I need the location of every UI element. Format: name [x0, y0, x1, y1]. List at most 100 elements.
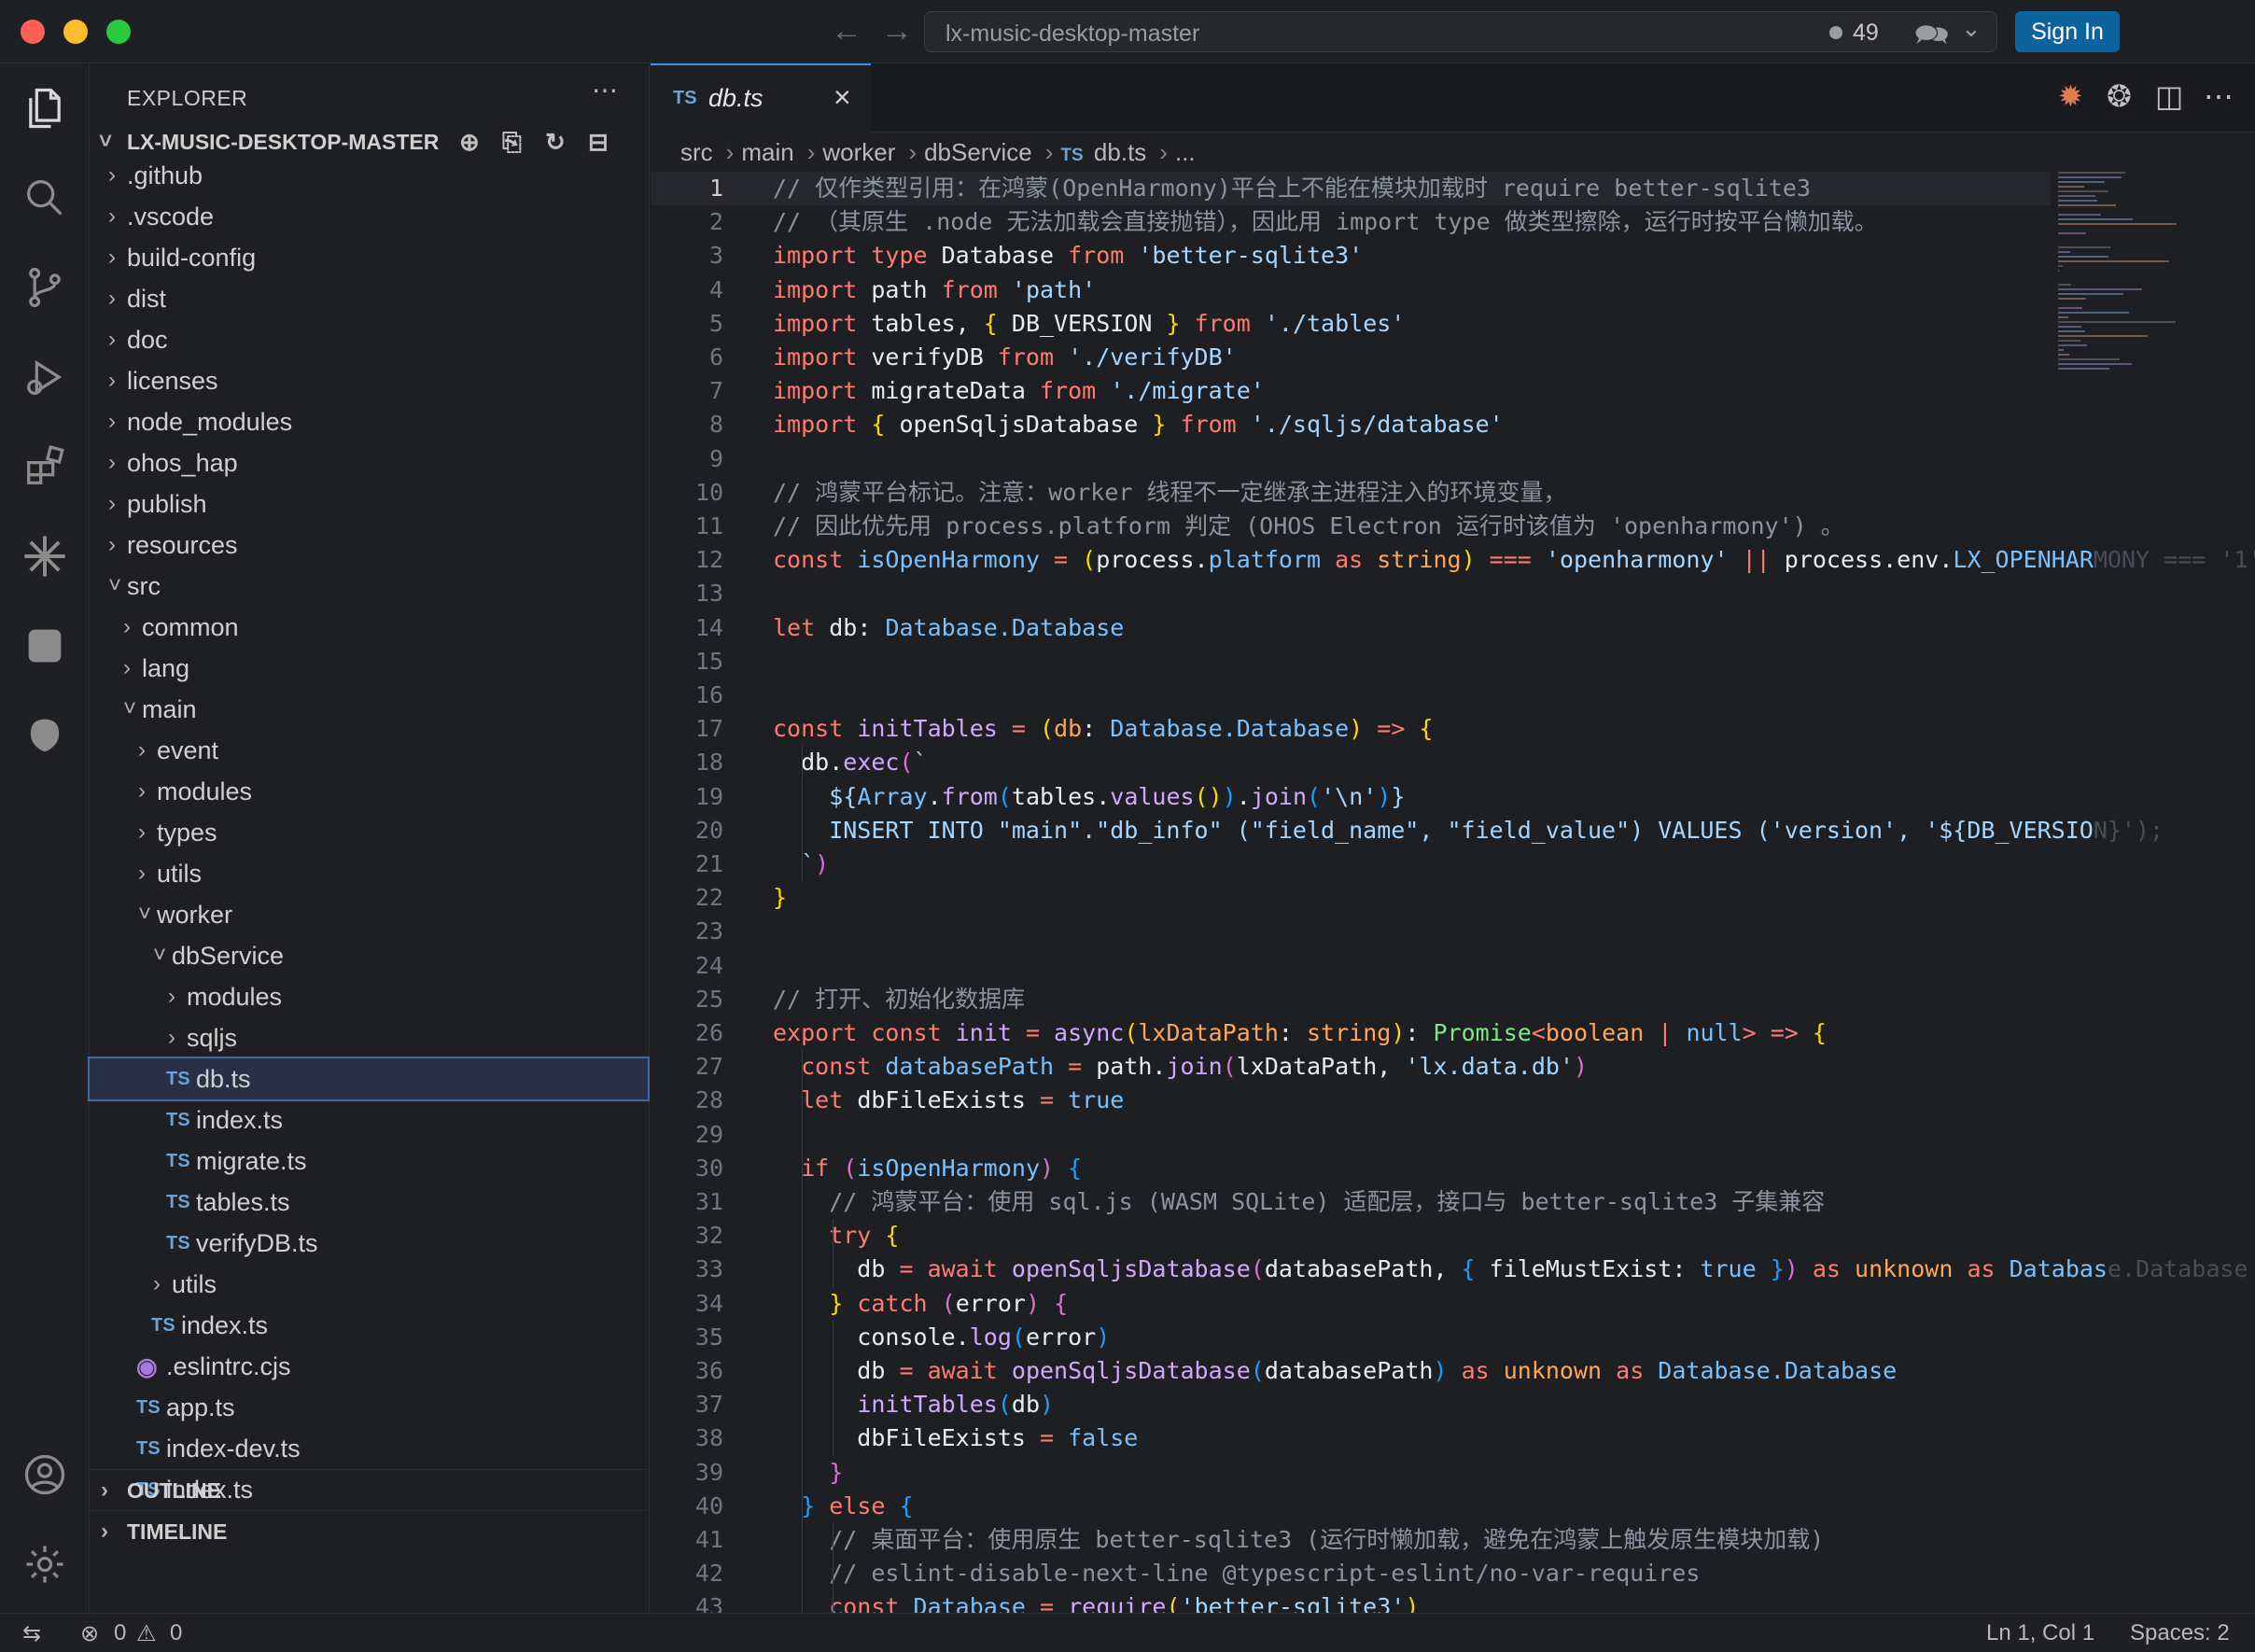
minimap[interactable] — [2051, 172, 2237, 545]
settings-gear-icon[interactable] — [21, 1540, 69, 1589]
command-center-search[interactable]: lx-music-desktop-master 49 🗪 ⌄ — [924, 11, 1997, 52]
tree-item[interactable]: › event — [90, 730, 648, 771]
code-line[interactable]: 3 import type Database from 'better-sqlit… — [651, 239, 2051, 273]
sign-in-button[interactable]: Sign In — [2015, 11, 2120, 52]
chat-icon[interactable]: 🗪 — [1914, 14, 1949, 62]
code-line[interactable]: 37 initTables(db) — [651, 1388, 2051, 1421]
tree-item[interactable]: › utils — [90, 1264, 648, 1305]
code-line[interactable]: 5 import tables, { DB_VERSION } from './t… — [651, 307, 2051, 341]
tree-item[interactable]: ˅ dbService — [90, 935, 648, 976]
tab-db-ts[interactable]: TS db.ts × — [651, 63, 871, 133]
openai-icon[interactable]: ❂ — [2107, 78, 2132, 114]
outline-section-header[interactable]: › OUTLINE — [90, 1469, 648, 1510]
more-actions-icon[interactable]: ⋯ — [592, 75, 618, 105]
close-tab-icon[interactable]: × — [833, 80, 851, 115]
source-control-icon[interactable] — [21, 263, 69, 312]
code-line[interactable]: 35 console.log(error) — [651, 1321, 2051, 1354]
chevron-down-icon[interactable]: ⌄ — [1961, 14, 1982, 43]
code-line[interactable]: 29 — [651, 1118, 2051, 1152]
tree-item[interactable]: ˅ src — [90, 566, 648, 607]
ai-sparkle-icon[interactable] — [21, 532, 69, 581]
code-line[interactable]: 26 export const init = async(lxDataPath: … — [651, 1016, 2051, 1050]
tree-item[interactable]: › types — [90, 812, 648, 853]
code-line[interactable]: 14 let db: Database.Database — [651, 611, 2051, 645]
code-line[interactable]: 11 // 因此优先用 process.platform 判定 (OHOS Ele… — [651, 510, 2051, 543]
shield-icon[interactable] — [21, 711, 69, 760]
more-actions-icon[interactable]: ⋯ — [2204, 78, 2234, 114]
breadcrumb-item[interactable]: worker — [822, 138, 895, 166]
code-line[interactable]: 7 import migrateData from './migrate' — [651, 374, 2051, 408]
minimize-window-button[interactable] — [63, 20, 88, 44]
breadcrumb-item[interactable]: main — [741, 138, 793, 166]
zoom-window-button[interactable] — [106, 20, 131, 44]
stop-icon[interactable] — [21, 622, 69, 670]
tree-item[interactable]: › resources — [90, 525, 648, 566]
code-line[interactable]: 40 } else { — [651, 1490, 2051, 1523]
run-debug-icon[interactable] — [21, 353, 69, 401]
tree-item[interactable]: TS verifyDB.ts — [90, 1223, 648, 1264]
code-line[interactable]: 6 import verifyDB from './verifyDB' — [651, 341, 2051, 374]
tree-item[interactable]: › .vscode — [90, 196, 648, 237]
tree-item[interactable]: TS app.ts — [90, 1387, 648, 1428]
forward-arrow-icon[interactable]: → — [881, 13, 913, 49]
tree-item[interactable]: › ohos_hap — [90, 442, 648, 483]
breadcrumb-item[interactable]: src — [680, 138, 713, 166]
tree-item[interactable]: TS index.ts — [90, 1099, 648, 1141]
code-line[interactable]: 39 } — [651, 1456, 2051, 1490]
code-line[interactable]: 42 // eslint-disable-next-line @typescri… — [651, 1557, 2051, 1590]
tree-item[interactable]: ◉ .eslintrc.cjs — [90, 1346, 648, 1387]
tree-item[interactable]: › modules — [90, 976, 648, 1017]
back-arrow-icon[interactable]: ← — [831, 13, 862, 49]
remote-indicator-icon[interactable]: ⇆ — [22, 1620, 41, 1647]
code-line[interactable]: 36 db = await openSqljsDatabase(database… — [651, 1354, 2051, 1388]
warning-count[interactable]: 0 — [170, 1620, 182, 1646]
explorer-icon[interactable] — [21, 84, 69, 133]
code-line[interactable]: 30 if (isOpenHarmony) { — [651, 1152, 2051, 1185]
tree-item[interactable]: ˅ main — [90, 689, 648, 730]
code-line[interactable]: 20 INSERT INTO "main"."db_info" ("field_… — [651, 814, 2164, 847]
code-line[interactable]: 15 — [651, 645, 2051, 679]
code-line[interactable]: 22} — [651, 881, 2051, 915]
tree-item[interactable]: › dist — [90, 278, 648, 319]
code-line[interactable]: 41 // 桌面平台：使用原生 better-sqlite3 (运行时懒加载，避… — [651, 1523, 2051, 1557]
code-line[interactable]: 1 // 仅作类型引用：在鸿蒙(OpenHarmony)平台上不能在模块加载时 r… — [651, 172, 2051, 205]
tree-item[interactable]: TS index-dev.ts — [90, 1428, 648, 1469]
split-editor-icon[interactable]: ◫ — [2155, 78, 2183, 114]
code-line[interactable]: 9 — [651, 442, 2051, 476]
tree-item[interactable]: › doc — [90, 319, 648, 360]
tree-item[interactable]: › lang — [90, 648, 648, 689]
tree-item[interactable]: › sqljs — [90, 1017, 648, 1058]
code-line[interactable]: 23 — [651, 915, 2051, 948]
tree-item[interactable]: TS db.ts — [88, 1057, 650, 1101]
code-line[interactable]: 21 `) — [651, 847, 2051, 881]
code-line[interactable]: 24 — [651, 949, 2051, 983]
cursor-position[interactable]: Ln 1, Col 1 — [1986, 1620, 2094, 1646]
code-line[interactable]: 12 const isOpenHarmony = (process.platfor… — [651, 543, 2255, 577]
tree-item[interactable]: ˅ worker — [90, 894, 648, 935]
close-window-button[interactable] — [21, 20, 45, 44]
error-count[interactable]: 0 — [114, 1620, 126, 1646]
extensions-icon[interactable] — [21, 442, 69, 491]
tree-item[interactable]: › utils — [90, 853, 648, 894]
tree-item[interactable]: › node_modules — [90, 401, 648, 442]
indentation-setting[interactable]: Spaces: 2 — [2130, 1620, 2230, 1646]
code-line[interactable]: 16 — [651, 679, 2051, 712]
tree-item[interactable]: › publish — [90, 483, 648, 525]
tree-item[interactable]: › .github — [90, 155, 648, 196]
claude-sparkle-icon[interactable]: ✹ — [2058, 78, 2083, 114]
code-line[interactable]: 4 import path from 'path' — [651, 273, 2051, 307]
timeline-section-header[interactable]: › TIMELINE — [90, 1510, 648, 1551]
tree-item[interactable]: › licenses — [90, 360, 648, 401]
search-icon[interactable] — [21, 174, 69, 222]
code-line[interactable]: 33 db = await openSqljsDatabase(database… — [651, 1253, 2248, 1286]
tree-item[interactable]: › build-config — [90, 237, 648, 278]
error-icon[interactable]: ⊗ — [80, 1620, 99, 1647]
code-line[interactable]: 32 try { — [651, 1219, 2051, 1253]
code-line[interactable]: 18 db.exec(` — [651, 746, 2051, 779]
code-line[interactable]: 38 dbFileExists = false — [651, 1421, 2051, 1455]
breadcrumb-item[interactable]: db.ts — [1094, 138, 1146, 166]
code-line[interactable]: 13 — [651, 577, 2051, 610]
code-line[interactable]: 27 const databasePath = path.join(lxData… — [651, 1050, 2051, 1084]
breadcrumb-item[interactable]: dbService — [924, 138, 1032, 166]
tree-item[interactable]: TS index.ts — [90, 1305, 648, 1346]
